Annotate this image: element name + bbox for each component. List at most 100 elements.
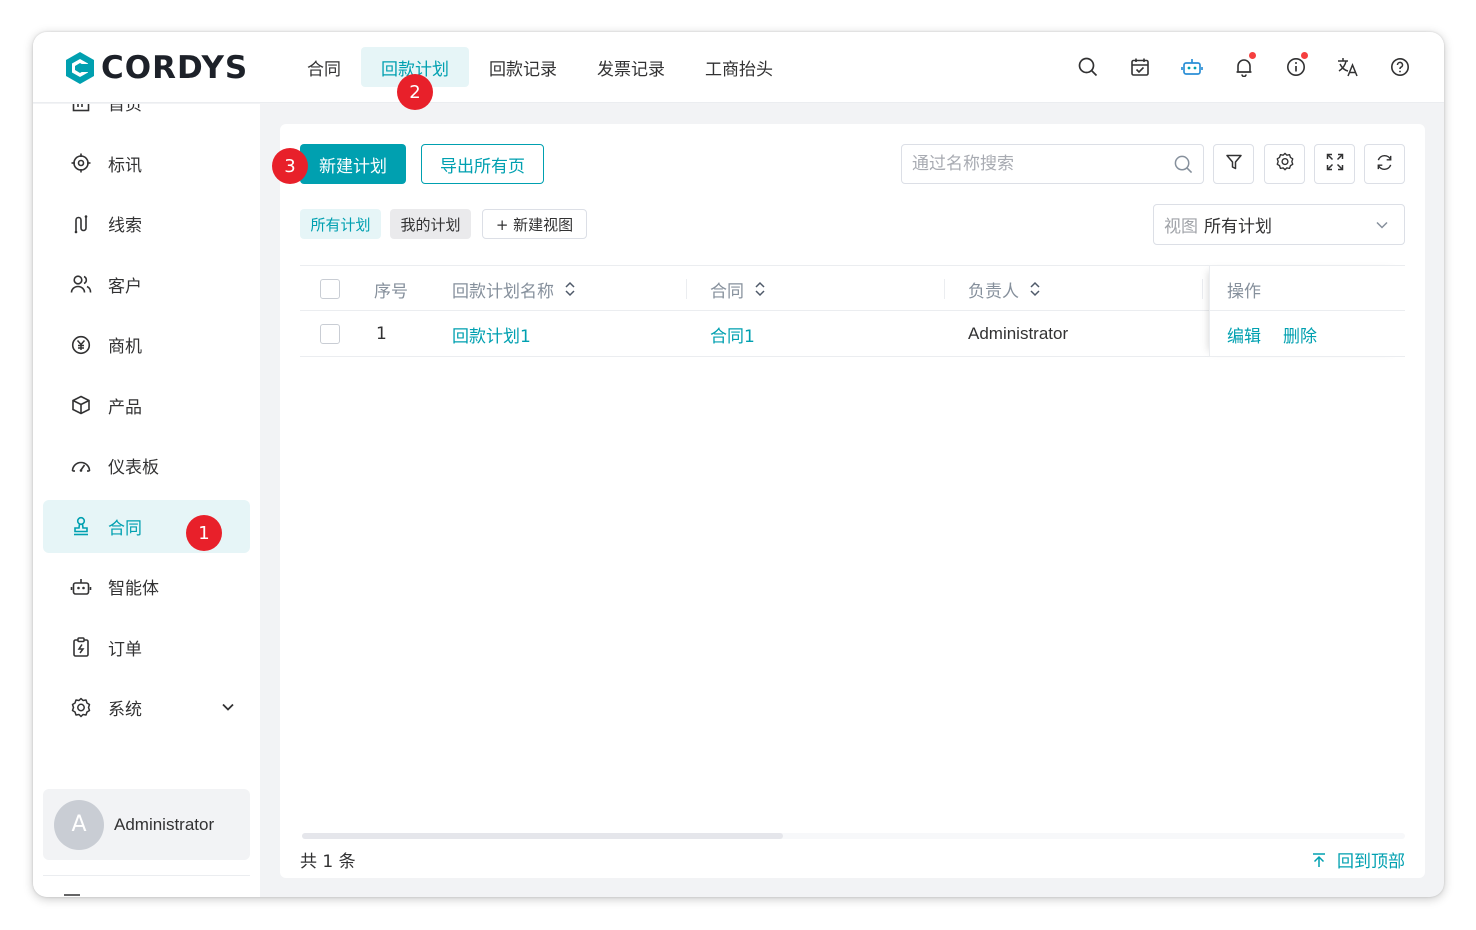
sidebar-item-agents[interactable]: 智能体 [43,560,250,613]
notification-dot [1301,52,1308,59]
header-actions [1062,52,1426,82]
gear-icon [70,697,92,719]
brand-name: CORDYS [101,50,249,86]
sidebar-menu: 首页 标讯 线索 客户 商机 产品 仪表板 合同 智能体 订单 系统 [33,104,260,742]
sidebar-item-leads[interactable]: 线索 [43,197,250,250]
header-contract: 合同 [710,281,744,302]
select-all-checkbox[interactable] [320,279,340,299]
tab-business-title[interactable]: 工商抬头 [685,47,793,87]
app-window: CORDYS 合同 回款计划 回款记录 发票记录 工商抬头 2 首页 标讯 线索… [33,32,1444,897]
refresh-icon [1375,153,1394,176]
fullscreen-icon [1326,153,1344,175]
filter-icon [1225,153,1243,175]
search-box [901,144,1204,184]
sidebar-item-label: 产品 [108,397,142,418]
view-select-value: 所有计划 [1204,217,1272,237]
sidebar-item-label: 客户 [108,276,142,297]
sidebar-item-bid-info[interactable]: 标讯 [43,137,250,190]
sidebar-item-home[interactable]: 首页 [43,104,250,129]
header-contract-sortable[interactable]: 合同 [710,266,766,312]
top-header: CORDYS 合同 回款计划 回款记录 发票记录 工商抬头 [33,32,1444,103]
translate-icon[interactable] [1322,52,1374,82]
row-plan-name-link[interactable]: 回款计划1 [452,311,531,357]
notification-dot [1249,52,1256,59]
refresh-button[interactable] [1364,144,1405,184]
row-checkbox[interactable] [320,324,340,344]
sidebar-item-label: 标讯 [108,155,142,176]
column-divider [686,279,687,299]
chevron-down-icon [1374,217,1390,238]
view-tab-all-plans[interactable]: 所有计划 [300,209,381,239]
lead-icon [70,213,92,235]
header-ops: 操作 [1227,281,1261,302]
collapse-sidebar-icon[interactable] [63,891,83,897]
step-badge-1: 1 [186,515,222,551]
home-icon [70,104,92,114]
user-name: Administrator [114,814,215,834]
sidebar-item-system[interactable]: 系统 [43,681,250,734]
tab-contract[interactable]: 合同 [287,47,361,87]
delete-link[interactable]: 删除 [1283,311,1317,357]
view-select[interactable]: 视图 所有计划 [1153,204,1405,245]
row-index: 1 [376,324,387,344]
calendar-check-icon[interactable] [1114,52,1166,82]
robot-icon [70,576,92,598]
search-icon[interactable] [1174,155,1193,178]
brand-logo[interactable]: CORDYS [63,50,248,86]
stamp-icon [70,515,92,537]
table-row: 1 回款计划1 合同1 Administrator 编辑 删除 [300,311,1405,357]
sidebar-item-label: 订单 [108,639,142,660]
chevron-down-icon[interactable] [220,699,236,720]
header-owner: 负责人 [968,281,1019,302]
user-profile-card[interactable]: A Administrator [43,789,250,860]
sidebar-item-customers[interactable]: 客户 [43,258,250,311]
export-all-pages-button[interactable]: 导出所有页 [421,144,544,184]
filter-button[interactable] [1213,144,1254,184]
fullscreen-button[interactable] [1314,144,1355,184]
tab-invoice-record[interactable]: 发票记录 [577,47,685,87]
back-to-top-link[interactable]: 回到顶部 [1311,847,1405,872]
tab-payment-record[interactable]: 回款记录 [469,47,577,87]
sidebar-item-label: 商机 [108,337,142,357]
back-to-top-icon [1311,852,1327,868]
table-header: 序号 回款计划名称 合同 负责人 操作 [300,265,1405,311]
header-index: 序号 [374,281,408,302]
order-icon [70,636,92,658]
sidebar-item-orders[interactable]: 订单 [43,621,250,674]
sidebar-item-opportunities[interactable]: 商机 [43,318,250,371]
new-view-button[interactable]: + 新建视图 [482,209,587,239]
search-icon[interactable] [1062,52,1114,82]
new-plan-button[interactable]: 新建计划 [300,144,406,184]
search-input[interactable] [912,154,1162,174]
target-icon [70,152,92,174]
sidebar-item-label: 智能体 [108,579,159,599]
header-name-sortable[interactable]: 回款计划名称 [452,266,576,312]
settings-button[interactable] [1264,144,1305,184]
customer-icon [70,273,92,295]
sort-icon [1029,281,1041,297]
main-content-card: 新建计划 导出所有页 所有计划 我的计划 + 新建视图 视图 所有计划 [280,124,1425,878]
help-icon[interactable] [1374,52,1426,82]
row-contract-link[interactable]: 合同1 [710,311,755,357]
header-owner-sortable[interactable]: 负责人 [968,266,1041,312]
bell-icon[interactable] [1218,52,1270,82]
top-nav: 合同 回款计划 回款记录 发票记录 工商抬头 [287,47,793,87]
sidebar-item-label: 线索 [108,216,142,236]
horizontal-scrollbar[interactable] [302,833,783,839]
sidebar-item-dashboard[interactable]: 仪表板 [43,439,250,492]
sort-icon [564,281,576,297]
row-owner: Administrator [968,324,1069,343]
cordys-logo-icon [63,51,97,85]
info-icon[interactable] [1270,52,1322,82]
edit-link[interactable]: 编辑 [1227,311,1261,357]
sidebar-divider [43,875,250,876]
robot-icon[interactable] [1166,52,1218,82]
view-select-prefix: 视图 [1164,217,1198,237]
sidebar-item-label: 系统 [108,700,142,720]
header-name: 回款计划名称 [452,281,554,302]
box-icon [70,394,92,416]
sidebar-item-products[interactable]: 产品 [43,379,250,432]
view-tab-my-plans[interactable]: 我的计划 [390,209,471,239]
sidebar: 首页 标讯 线索 客户 商机 产品 仪表板 合同 智能体 订单 系统 A Adm… [33,104,260,897]
yuan-icon [70,334,92,356]
